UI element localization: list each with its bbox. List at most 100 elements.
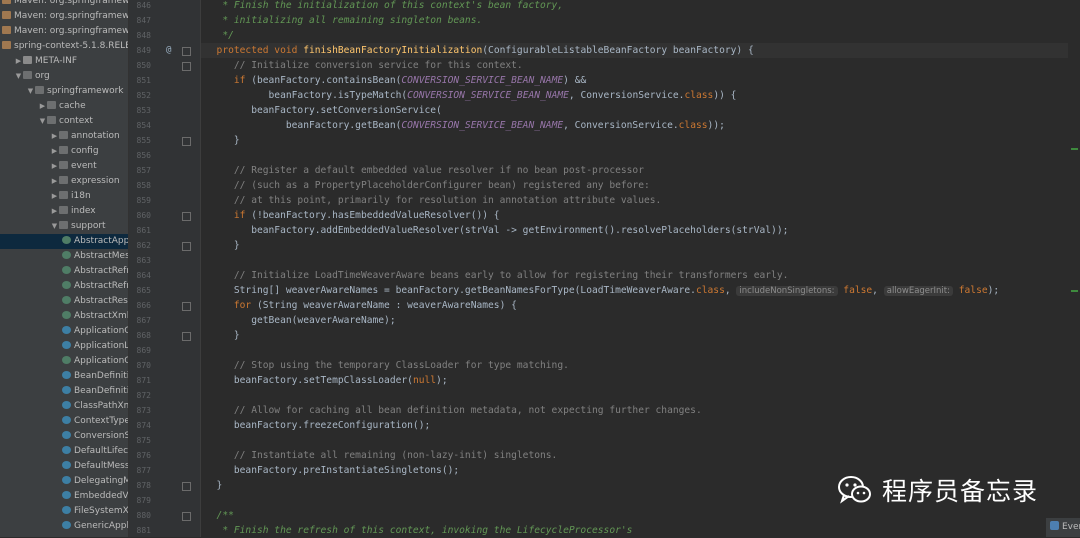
collapsed-arrow-icon[interactable]: ▶ — [38, 99, 47, 114]
code-line[interactable]: // at this point, primarily for resoluti… — [205, 193, 661, 208]
tree-item[interactable]: AbstractResourceBasedMessageSource — [0, 294, 128, 309]
fold-toggle-icon[interactable] — [182, 482, 191, 491]
tree-item[interactable]: AbstractRefreshableApplicationContext — [0, 264, 128, 279]
tree-item[interactable]: ApplicationObjectSupport — [0, 354, 128, 369]
code-token: } — [205, 135, 240, 146]
code-line[interactable]: } — [205, 133, 240, 148]
change-marker[interactable] — [1071, 290, 1078, 292]
code-line[interactable]: // (such as a PropertyPlaceholderConfigu… — [205, 178, 650, 193]
tree-item[interactable]: ▼ context — [0, 114, 128, 129]
code-line[interactable]: String[] weaverAwareNames = beanFactory.… — [205, 283, 999, 298]
tree-item[interactable]: ▶ i18n — [0, 189, 128, 204]
code-line[interactable]: beanFactory.preInstantiateSingletons(); — [205, 463, 459, 478]
tree-item[interactable]: ▶ index — [0, 204, 128, 219]
tree-item[interactable]: AbstractXmlApplicationContext — [0, 309, 128, 324]
event-log-label: Event Log — [1062, 522, 1080, 532]
tree-item[interactable]: BeanDefinitionDslKt — [0, 384, 128, 399]
tree-item[interactable]: BeanDefinitionDsl — [0, 369, 128, 384]
tree-item[interactable]: AbstractMessageSource — [0, 249, 128, 264]
tree-item[interactable]: ▶ cache — [0, 99, 128, 114]
fold-toggle-icon[interactable] — [182, 512, 191, 521]
fold-toggle-icon[interactable] — [182, 47, 191, 56]
code-line[interactable]: beanFactory.setConversionService( — [205, 103, 442, 118]
expanded-arrow-icon[interactable]: ▼ — [50, 219, 59, 234]
collapsed-arrow-icon[interactable]: ▶ — [14, 54, 23, 69]
tree-item[interactable]: AbstractRefreshableConfigApplicationCont… — [0, 279, 128, 294]
code-line[interactable]: // Stop using the temporary ClassLoader … — [205, 358, 569, 373]
tree-item[interactable]: ApplicationListenerDetector — [0, 339, 128, 354]
code-line[interactable]: // Register a default embedded value res… — [205, 163, 644, 178]
collapsed-arrow-icon[interactable]: ▶ — [50, 144, 59, 159]
tree-item[interactable]: ▶ annotation — [0, 129, 128, 144]
code-line[interactable]: beanFactory.addEmbeddedValueResolver(str… — [205, 223, 788, 238]
code-token: CONVERSION_SERVICE_BEAN_NAME — [407, 90, 569, 101]
tree-item[interactable]: Maven: org.springframework:spring-aop — [0, 0, 128, 9]
tree-item[interactable]: GenericApplicationContext — [0, 519, 128, 534]
tree-item[interactable]: ▶ event — [0, 159, 128, 174]
collapsed-arrow-icon[interactable]: ▶ — [50, 189, 59, 204]
tree-item[interactable]: ▼ support — [0, 219, 128, 234]
code-line[interactable]: protected void finishBeanFactoryInitiali… — [205, 43, 754, 58]
fold-toggle-icon[interactable] — [182, 302, 191, 311]
fold-toggle-icon[interactable] — [182, 137, 191, 146]
code-line[interactable]: beanFactory.setTempClassLoader(null); — [205, 373, 448, 388]
tree-item[interactable]: DelegatingMessageSource — [0, 474, 128, 489]
collapsed-arrow-icon[interactable]: ▶ — [50, 159, 59, 174]
tree-item[interactable]: ClassPathXmlApplicationContext — [0, 399, 128, 414]
code-line[interactable]: } — [205, 328, 240, 343]
code-line[interactable]: } — [205, 478, 223, 493]
tree-item[interactable]: Maven: org.springframework:spring-contex… — [0, 24, 128, 39]
tree-item[interactable]: DefaultMessageSourceResolvable — [0, 459, 128, 474]
code-line[interactable]: if (beanFactory.containsBean(CONVERSION_… — [205, 73, 586, 88]
code-line[interactable]: * initializing all remaining singleton b… — [205, 13, 482, 28]
tree-item[interactable]: Maven: org.springframework:spring-beans — [0, 9, 128, 24]
code-line[interactable]: beanFactory.freezeConfiguration(); — [205, 418, 430, 433]
code-line[interactable]: // Allow for caching all bean definition… — [205, 403, 702, 418]
code-token: , ConversionService. — [568, 90, 685, 101]
fold-toggle-icon[interactable] — [182, 242, 191, 251]
code-line[interactable]: * Finish the initialization of this cont… — [205, 0, 563, 13]
tree-item[interactable]: ▶ expression — [0, 174, 128, 189]
change-marker[interactable] — [1071, 148, 1078, 150]
fold-toggle-icon[interactable] — [182, 332, 191, 341]
fold-toggle-icon[interactable] — [182, 212, 191, 221]
code-line[interactable]: */ — [205, 28, 234, 43]
code-line[interactable]: for (String weaverAwareName : weaverAwar… — [205, 298, 517, 313]
code-line[interactable]: getBean(weaverAwareName); — [205, 313, 396, 328]
code-line[interactable]: // Instantiate all remaining (non-lazy-i… — [205, 448, 557, 463]
tree-item[interactable]: AbstractApplicationContext — [0, 234, 128, 249]
tree-item[interactable]: spring-context-5.1.8.RELEASE.jar — [0, 39, 128, 54]
expanded-arrow-icon[interactable]: ▼ — [38, 114, 47, 129]
tree-item[interactable]: ConversionServiceFactoryBean — [0, 429, 128, 444]
expanded-arrow-icon[interactable]: ▼ — [26, 84, 35, 99]
code-line[interactable]: // Initialize conversion service for thi… — [205, 58, 523, 73]
tree-item[interactable]: FileSystemXmlApplicationContext — [0, 504, 128, 519]
code-editor[interactable]: * Finish the initialization of this cont… — [201, 0, 1080, 537]
expanded-arrow-icon[interactable]: ▼ — [14, 69, 23, 84]
tree-item[interactable]: ▶ config — [0, 144, 128, 159]
code-line[interactable]: if (!beanFactory.hasEmbeddedValueResolve… — [205, 208, 500, 223]
tree-item[interactable]: ▼ springframework — [0, 84, 128, 99]
code-line[interactable]: beanFactory.getBean(CONVERSION_SERVICE_B… — [205, 118, 725, 133]
tree-item[interactable]: EmbeddedValueResolutionSupport — [0, 489, 128, 504]
collapsed-arrow-icon[interactable]: ▶ — [50, 129, 59, 144]
tree-item[interactable]: ▶ META-INF — [0, 54, 128, 69]
error-stripe[interactable] — [1068, 0, 1080, 537]
collapsed-arrow-icon[interactable]: ▶ — [50, 174, 59, 189]
code-line[interactable]: } — [205, 238, 240, 253]
line-number: 862 — [136, 241, 151, 250]
code-line[interactable]: /** — [205, 508, 234, 523]
tree-item[interactable]: ContextTypeMatchClassLoader — [0, 414, 128, 429]
tree-item[interactable]: ApplicationContextAwareProcessor — [0, 324, 128, 339]
project-tree[interactable]: Maven: org.springframework:spring-aop Mav… — [0, 0, 129, 537]
code-token: getBean(weaverAwareName); — [205, 315, 396, 326]
code-line[interactable]: * Finish the refresh of this context, in… — [205, 523, 632, 538]
fold-toggle-icon[interactable] — [182, 62, 191, 71]
tree-item[interactable]: DefaultLifecycleProcessor — [0, 444, 128, 459]
event-log-button[interactable]: Event Log — [1046, 518, 1080, 537]
code-line[interactable]: // Initialize LoadTimeWeaverAware beans … — [205, 268, 789, 283]
code-line[interactable]: beanFactory.isTypeMatch(CONVERSION_SERVI… — [205, 88, 737, 103]
override-marker-icon[interactable]: @ — [166, 45, 171, 55]
collapsed-arrow-icon[interactable]: ▶ — [50, 204, 59, 219]
tree-item[interactable]: ▼ org — [0, 69, 128, 84]
